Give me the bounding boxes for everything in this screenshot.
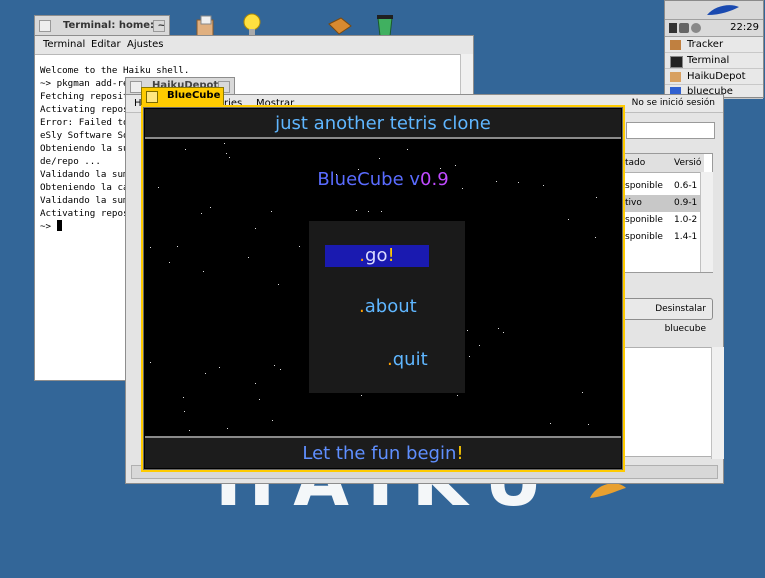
terminal-icon <box>670 56 683 68</box>
deskbar-item-label: HaikuDepot <box>687 71 746 82</box>
cell-status: sponible <box>625 232 663 242</box>
menu-quit-button[interactable]: .quit <box>387 349 428 370</box>
game-footer: Let the fun begin! <box>145 436 621 468</box>
game-title: BlueCube v0.9 <box>143 169 623 190</box>
menu-go-label: go <box>365 245 388 266</box>
deskbar: 22:29 Tracker Terminal HaikuDepot bluecu… <box>664 0 764 99</box>
deskbar-item-tracker[interactable]: Tracker <box>665 37 763 53</box>
deskbar-item-label: Terminal <box>687 55 730 66</box>
deskbar-item-terminal[interactable]: Terminal <box>665 53 763 69</box>
deskbar-clock[interactable]: 22:29 <box>730 22 759 33</box>
search-input[interactable] <box>626 122 715 139</box>
package-details-panel <box>621 347 713 457</box>
footer-label: Let the fun begin <box>302 443 457 464</box>
table-row[interactable]: sponible 1.0-2 <box>622 212 700 229</box>
table-row[interactable]: sponible 1.4-1 <box>622 229 700 246</box>
haikudepot-icon <box>670 72 681 82</box>
cell-status: sponible <box>625 215 663 225</box>
cell-version: 0.6-1 <box>674 181 698 191</box>
menu-bang: ! <box>387 245 395 266</box>
column-header-status[interactable]: tado <box>622 154 671 173</box>
network-icon[interactable] <box>679 23 689 33</box>
cell-status: tivo <box>625 198 642 208</box>
bluecube-title: BlueCube <box>167 90 221 101</box>
cell-version: 1.4-1 <box>674 232 698 242</box>
deskbar-item-haikudepot[interactable]: HaikuDepot <box>665 69 763 85</box>
cell-version: 1.0-2 <box>674 215 698 225</box>
menu-about-button[interactable]: .about <box>359 296 417 317</box>
game-footer-text: Let the fun begin! <box>145 443 621 464</box>
close-button[interactable] <box>146 91 158 103</box>
table-row-selected[interactable]: tivo 0.9-1 <box>622 195 700 212</box>
game-header: just another tetris clone <box>145 109 621 139</box>
details-scrollbar[interactable] <box>711 347 724 459</box>
cpu-monitor-icon[interactable] <box>669 23 677 33</box>
table-row[interactable]: sponible 0.6-1 <box>622 178 700 195</box>
haiku-desktop-logo: HAIKU <box>215 478 635 518</box>
terminal-menubar: Terminal Editar Ajustes <box>35 36 473 55</box>
deskbar-tray: 22:29 <box>665 19 763 37</box>
zoom-button[interactable] <box>153 20 165 32</box>
bluecube-window-tab[interactable]: BlueCube <box>141 87 224 105</box>
footer-bang: ! <box>456 443 464 464</box>
game-menu: .go! .about .quit <box>309 221 465 393</box>
game-title-name: BlueCube v <box>317 169 421 190</box>
session-status[interactable]: No se inició sesión <box>632 98 715 108</box>
close-button[interactable] <box>39 20 51 32</box>
cell-version: 0.9-1 <box>674 198 698 208</box>
terminal-title: Terminal: home: ~ <box>63 20 166 31</box>
game-tagline: just another tetris clone <box>275 113 491 134</box>
menu-about-label: about <box>364 296 417 317</box>
cell-status: sponible <box>625 181 663 191</box>
volume-icon[interactable] <box>691 23 701 33</box>
package-table[interactable]: tado Versió sponible 0.6-1 tivo 0.9-1 sp… <box>621 153 713 273</box>
menu-quit-label: quit <box>392 349 428 370</box>
cursor <box>56 220 62 231</box>
menu-ajustes[interactable]: Ajustes <box>127 39 163 50</box>
terminal-line: Welcome to the Haiku shell. <box>40 65 190 76</box>
menu-editar[interactable]: Editar <box>91 39 121 50</box>
table-scrollbar[interactable] <box>700 172 713 272</box>
leaf-icon <box>707 5 739 15</box>
menu-go-button[interactable]: .go! <box>325 245 429 267</box>
column-header-version[interactable]: Versió <box>671 154 704 173</box>
deskbar-item-label: Tracker <box>687 39 724 50</box>
bluecube-window: just another tetris clone BlueCube v0.9 … <box>141 105 625 472</box>
tracker-icon <box>670 40 681 50</box>
uninstall-button[interactable]: Desinstalar bluecube <box>621 298 713 334</box>
game-title-version: 0.9 <box>420 169 449 190</box>
terminal-window-tab[interactable]: Terminal: home: ~ <box>34 15 170 35</box>
deskbar-leaf-menu[interactable] <box>665 1 763 19</box>
menu-terminal[interactable]: Terminal <box>43 39 85 50</box>
